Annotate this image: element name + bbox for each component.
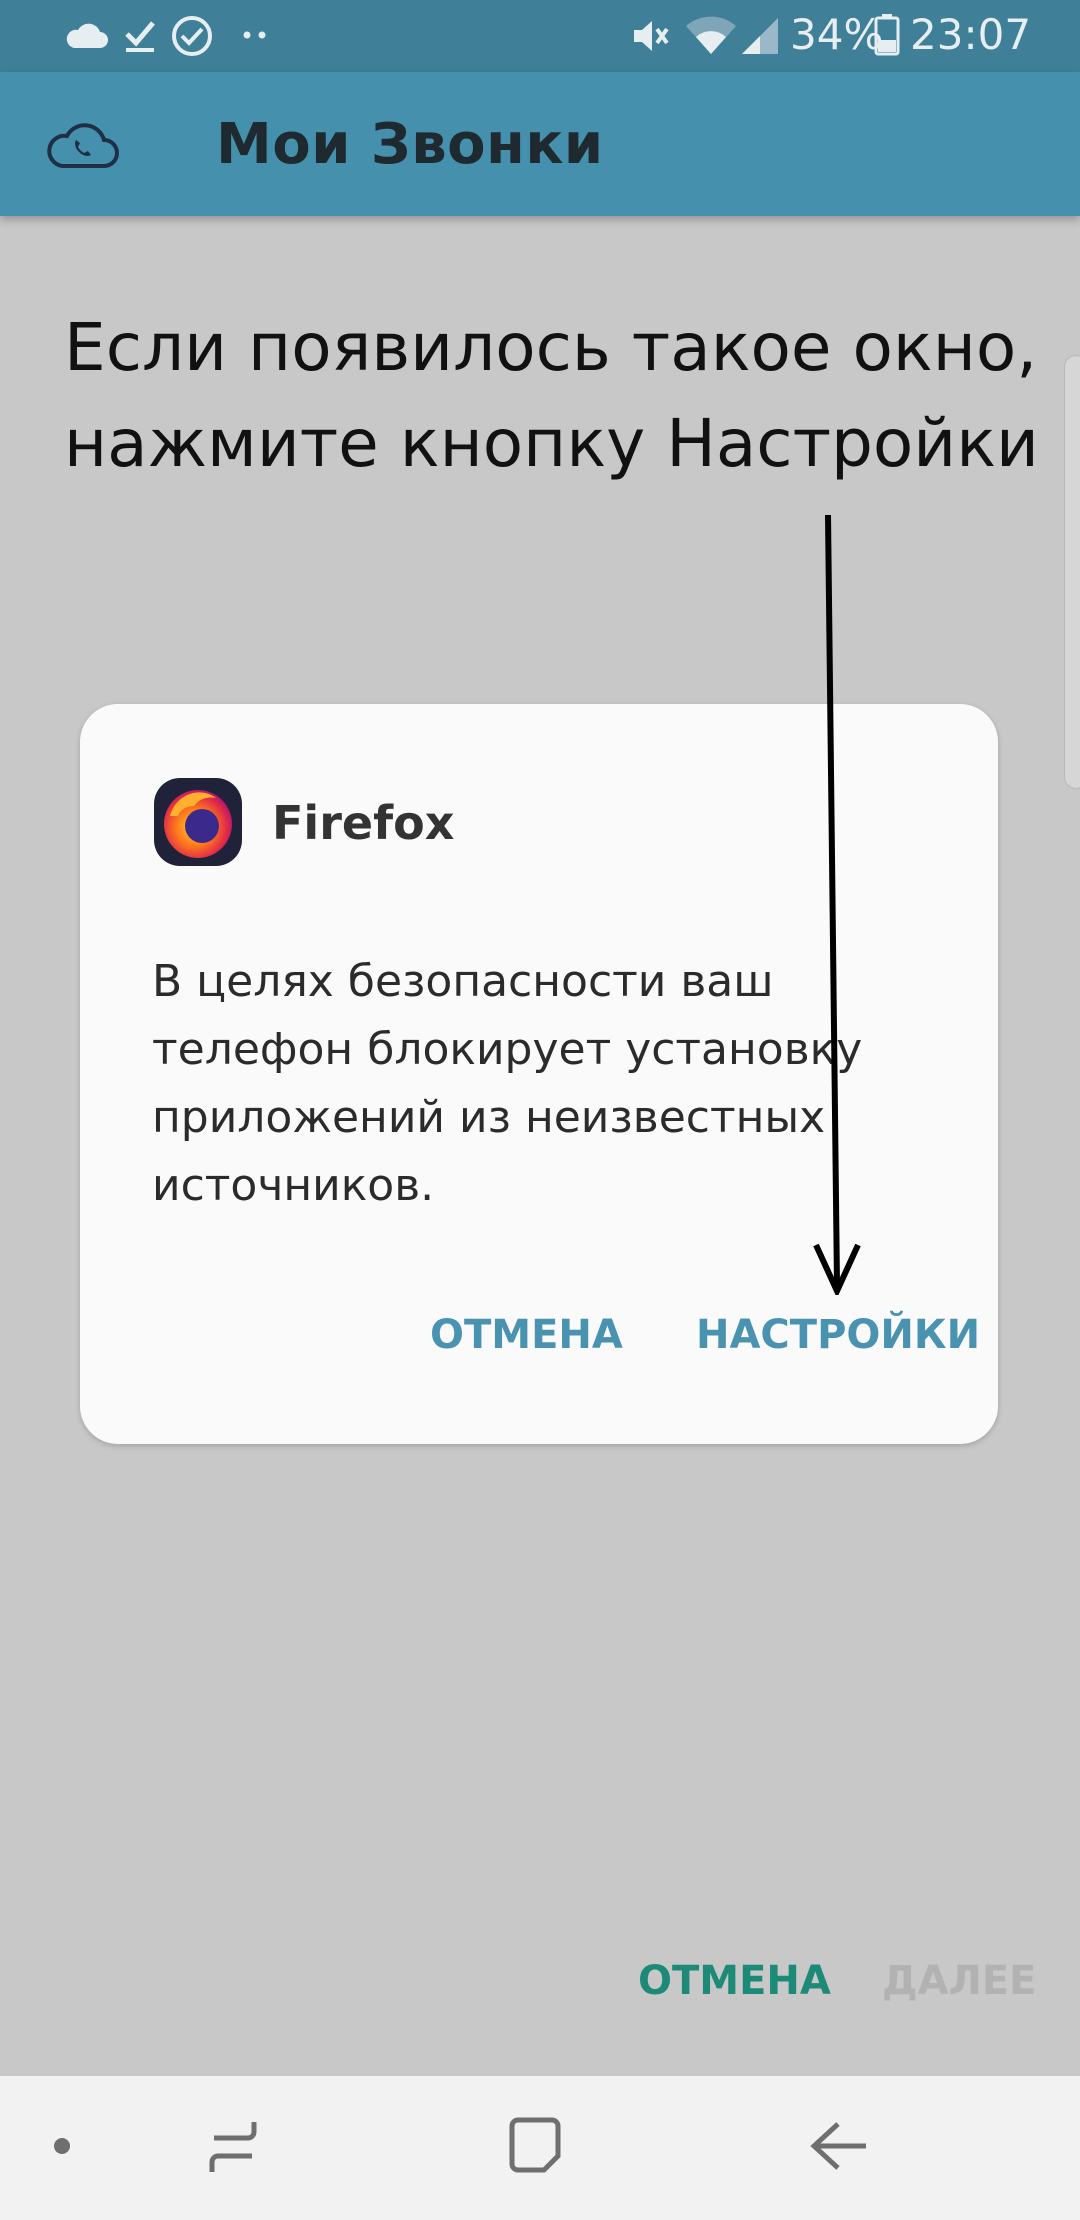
footer-next-button[interactable]: ДАЛЕЕ bbox=[882, 1958, 1036, 2004]
navigation-bar bbox=[0, 2076, 1080, 2220]
home-icon[interactable] bbox=[506, 2116, 562, 2176]
download-done-icon bbox=[125, 21, 155, 52]
dot-icon[interactable] bbox=[52, 2136, 72, 2156]
wifi-icon bbox=[686, 16, 736, 54]
instruction-text: Если появилось такое окно, нажмите кнопк… bbox=[64, 300, 1044, 492]
annotation-arrow bbox=[813, 515, 861, 1295]
more-dots-icon bbox=[243, 31, 266, 39]
battery-percent: 34% bbox=[790, 10, 884, 59]
dialog-settings-button[interactable]: НАСТРОЙКИ bbox=[696, 1312, 980, 1358]
instruction-line-1: Если появилось такое окно, bbox=[64, 309, 1038, 386]
instruction-line-2: нажмите кнопку Настройки bbox=[64, 405, 1039, 482]
edge-panel-handle[interactable] bbox=[1064, 355, 1080, 789]
cloud-icon bbox=[66, 23, 108, 48]
status-bar: 34% 23:07 bbox=[0, 0, 1080, 72]
mute-icon bbox=[634, 21, 669, 51]
dialog-app-name: Firefox bbox=[272, 796, 455, 850]
recents-icon[interactable] bbox=[204, 2116, 262, 2176]
dialog-message: В целях безопасности ваш телефон блокиру… bbox=[152, 956, 863, 1211]
app-bar: Мои Звонки bbox=[0, 72, 1080, 216]
firefox-icon bbox=[154, 778, 242, 866]
page-title: Мои Звонки bbox=[216, 112, 604, 177]
dialog-cancel-button[interactable]: ОТМЕНА bbox=[430, 1312, 623, 1358]
clock: 23:07 bbox=[910, 10, 1032, 59]
battery-icon bbox=[874, 14, 900, 56]
back-icon[interactable] bbox=[808, 2116, 870, 2176]
cloud-phone-icon bbox=[47, 123, 119, 168]
footer-cancel-button[interactable]: ОТМЕНА bbox=[638, 1958, 831, 2004]
check-circle-icon bbox=[172, 16, 212, 56]
signal-icon bbox=[742, 18, 778, 54]
